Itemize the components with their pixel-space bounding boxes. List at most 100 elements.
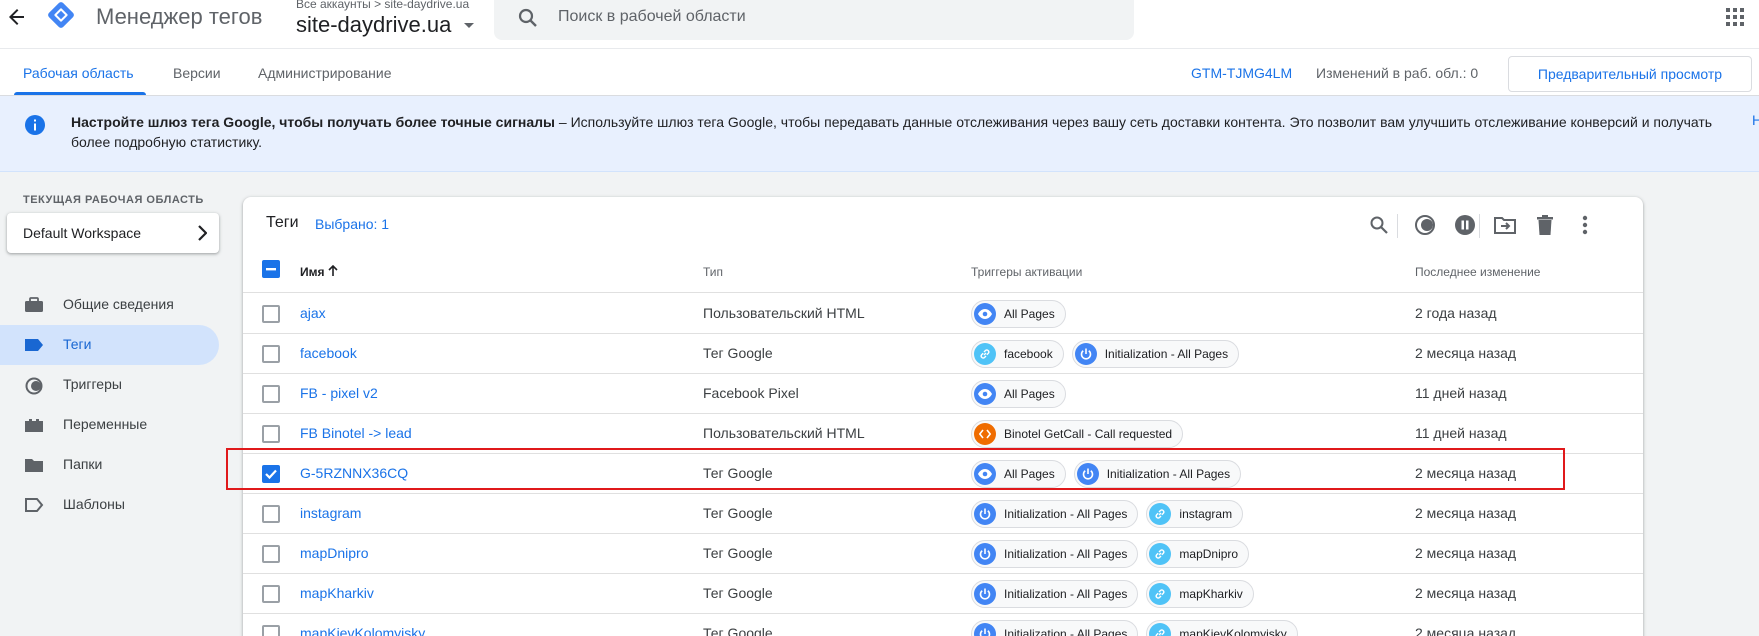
page-view-trigger-icon (974, 463, 996, 485)
tag-name-link[interactable]: mapKharkiv (300, 585, 374, 601)
trigger-chip[interactable]: mapKievKolomyisky (1146, 620, 1298, 636)
banner-action-link[interactable]: Н (1752, 112, 1759, 128)
row-checkbox[interactable] (262, 305, 280, 323)
sidebar-item-triggers[interactable]: Триггеры (0, 365, 219, 405)
trigger-chip[interactable]: facebook (971, 340, 1064, 368)
table-row[interactable]: instagram Тег Google Initialization - Al… (243, 494, 1643, 534)
table-row[interactable]: ajax Пользовательский HTML All Pages 2 г… (243, 294, 1643, 334)
column-modified[interactable]: Последнее изменение (1415, 265, 1540, 279)
column-type[interactable]: Тип (703, 265, 723, 279)
sidebar-item-folders[interactable]: Папки (0, 445, 219, 485)
column-triggers[interactable]: Триггеры активации (971, 265, 1082, 279)
tag-type: Тег Google (703, 465, 773, 481)
row-checkbox[interactable] (262, 465, 280, 483)
tags-table-card: Теги Выбрано: 1 Имя Тип Триггеры активац… (243, 197, 1643, 636)
move-to-folder-icon[interactable] (1493, 213, 1517, 237)
back-arrow-icon[interactable] (6, 6, 28, 28)
tab-versions[interactable]: Версии (173, 65, 221, 81)
chevron-down-icon[interactable] (464, 23, 474, 28)
trigger-chip[interactable]: Initialization - All Pages (971, 540, 1139, 568)
tag-type: Тег Google (703, 545, 773, 561)
trigger-chip-label: Initialization - All Pages (1004, 587, 1128, 601)
row-checkbox[interactable] (262, 505, 280, 523)
trigger-list: Initialization - All Pages mapDnipro (971, 540, 1250, 568)
trigger-chip[interactable]: All Pages (971, 380, 1066, 408)
table-row[interactable]: mapKievKolomyisky Тег Google Initializat… (243, 614, 1643, 636)
workspace-search[interactable]: Поиск в рабочей области (494, 0, 1134, 40)
last-modified: 2 месяца назад (1415, 345, 1517, 361)
preview-button[interactable]: Предварительный просмотр (1508, 56, 1752, 92)
more-options-icon[interactable] (1573, 213, 1597, 237)
table-row[interactable]: mapDnipro Тег Google Initialization - Al… (243, 534, 1643, 574)
sidebar-item-label: Теги (63, 336, 92, 352)
trigger-chip[interactable]: mapKharkiv (1146, 580, 1254, 608)
trigger-chip[interactable]: Initialization - All Pages (971, 500, 1139, 528)
sidebar-item-tags[interactable]: Теги (0, 325, 219, 365)
tag-name-link[interactable]: mapDnipro (300, 545, 368, 561)
link-click-trigger-icon (974, 343, 996, 365)
tag-name-link[interactable]: facebook (300, 345, 357, 361)
sidebar-item-label: Папки (63, 456, 103, 472)
workspace-selector[interactable]: Default Workspace (7, 213, 219, 253)
briefcase-icon (24, 297, 44, 313)
card-title: Теги (266, 214, 299, 231)
trigger-chip[interactable]: mapDnipro (1146, 540, 1250, 568)
tag-name-link[interactable]: G-5RZNNX36CQ (300, 465, 408, 481)
folder-icon (24, 457, 44, 473)
delete-icon[interactable] (1533, 213, 1557, 237)
tag-name-link[interactable]: ajax (300, 305, 326, 321)
trigger-chip[interactable]: instagram (1146, 500, 1244, 528)
trigger-chip-label: Initialization - All Pages (1004, 627, 1128, 636)
container-selector[interactable]: site-daydrive.ua (296, 12, 451, 38)
trigger-chip-label: instagram (1179, 507, 1233, 521)
trigger-chip[interactable]: Initialization - All Pages (1071, 340, 1240, 368)
table-row[interactable]: FB - pixel v2 Facebook Pixel All Pages 1… (243, 374, 1643, 414)
row-checkbox[interactable] (262, 425, 280, 443)
tag-name-link[interactable]: FB - pixel v2 (300, 385, 378, 401)
trigger-chip[interactable]: All Pages (971, 460, 1066, 488)
trigger-list: Initialization - All Pages mapKharkiv (971, 580, 1254, 608)
trigger-chip-label: mapKharkiv (1179, 587, 1243, 601)
pause-icon[interactable] (1453, 213, 1477, 237)
tab-workspace[interactable]: Рабочая область (23, 65, 134, 81)
tag-type: Пользовательский HTML (703, 305, 865, 321)
current-workspace-label: ТЕКУЩАЯ РАБОЧАЯ ОБЛАСТЬ (23, 194, 204, 206)
tab-admin[interactable]: Администрирование (258, 65, 392, 81)
apps-grid-icon[interactable] (1726, 8, 1744, 29)
row-checkbox[interactable] (262, 625, 280, 636)
select-all-checkbox[interactable] (262, 260, 280, 278)
row-checkbox[interactable] (262, 545, 280, 563)
template-icon (24, 497, 44, 513)
row-checkbox[interactable] (262, 585, 280, 603)
page-view-trigger-icon (974, 383, 996, 405)
container-id-link[interactable]: GTM-TJMG4LM (1191, 65, 1292, 81)
initialization-trigger-icon (974, 623, 996, 636)
account-breadcrumb[interactable]: Все аккаунты > site-daydrive.ua (296, 0, 469, 11)
row-checkbox[interactable] (262, 345, 280, 363)
trigger-chip[interactable]: All Pages (971, 300, 1066, 328)
table-row[interactable]: G-5RZNNX36CQ Тег Google All Pages Initia… (243, 454, 1643, 494)
trigger-chip[interactable]: Initialization - All Pages (971, 580, 1139, 608)
table-row[interactable]: mapKharkiv Тег Google Initialization - A… (243, 574, 1643, 614)
sidebar-item-templates[interactable]: Шаблоны (0, 485, 219, 525)
sidebar-item-variables[interactable]: Переменные (0, 405, 219, 445)
tag-name-link[interactable]: FB Binotel -> lead (300, 425, 412, 441)
variable-icon (24, 417, 44, 433)
link-click-trigger-icon (1149, 583, 1172, 605)
tag-name-link[interactable]: instagram (300, 505, 361, 521)
workspace-changes: Изменений в раб. обл.: 0 (1316, 65, 1479, 81)
trigger-chip[interactable]: Initialization - All Pages (1073, 460, 1242, 488)
trigger-chip[interactable]: Initialization - All Pages (971, 620, 1139, 636)
tag-type: Тег Google (703, 505, 773, 521)
table-row[interactable]: facebook Тег Google facebook Initializat… (243, 334, 1643, 374)
column-name[interactable]: Имя (300, 264, 338, 279)
sidebar-item-overview[interactable]: Общие сведения (0, 285, 219, 325)
trigger-chip[interactable]: Binotel GetCall - Call requested (971, 420, 1184, 448)
search-icon[interactable] (1367, 213, 1391, 237)
row-checkbox[interactable] (262, 385, 280, 403)
last-modified: 2 года назад (1415, 305, 1497, 321)
table-row[interactable]: FB Binotel -> lead Пользовательский HTML… (243, 414, 1643, 454)
tag-name-link[interactable]: mapKievKolomyisky (300, 625, 425, 636)
info-banner: Настройте шлюз тега Google, чтобы получа… (0, 96, 1759, 172)
add-to-trigger-icon[interactable] (1413, 213, 1437, 237)
